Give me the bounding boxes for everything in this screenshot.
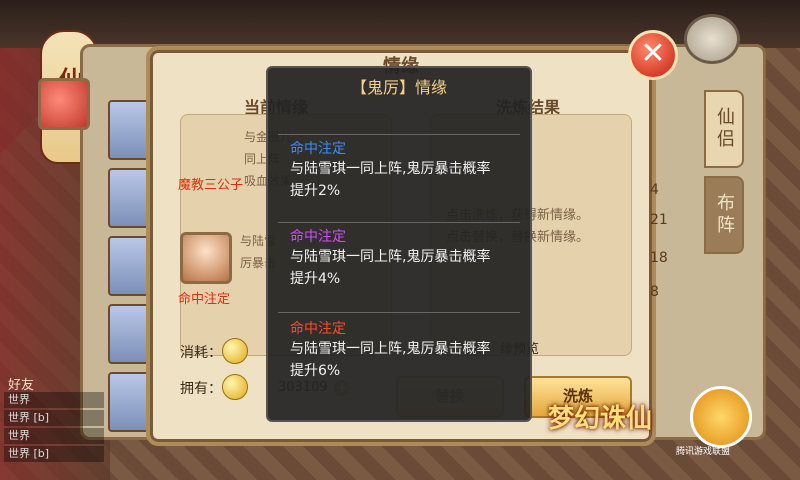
publisher-logo-text: 腾讯游戏联盟 (676, 447, 731, 457)
tooltip-divider (278, 134, 520, 135)
tooltip-item-head: 命中注定 (290, 321, 346, 337)
side-number: 21 (650, 212, 668, 228)
friends-label[interactable]: 好友 (8, 374, 34, 393)
coin-icon (222, 338, 248, 364)
entry-name: 命中注定 (178, 292, 231, 307)
tab-buzhen[interactable]: 布阵 (704, 176, 744, 254)
qingyuan-icon-heart[interactable] (38, 78, 90, 130)
companion-thumb[interactable] (108, 168, 150, 228)
side-number: 18 (650, 250, 668, 266)
chat-line: 世界 [b] (4, 410, 104, 426)
tooltip-line: 与陆雪琪一同上阵,鬼厉暴击概率 (290, 249, 491, 265)
tooltip-line: 提升2% (290, 183, 341, 199)
character-portrait[interactable] (180, 232, 232, 284)
publisher-logo-icon (690, 386, 752, 448)
tooltip-line: 提升4% (290, 271, 341, 287)
entry-name: 魔教三公子 (178, 178, 244, 193)
companion-thumb[interactable] (108, 372, 150, 432)
chat-line: 世界 (4, 428, 104, 444)
tooltip-item-body: 与陆雪琪一同上阵,鬼厉暴击概率 提升2% (290, 158, 516, 202)
side-number: 4 (650, 182, 659, 198)
tooltip-title: 【鬼厉】情缘 (350, 78, 447, 97)
tooltip-divider (278, 222, 520, 223)
own-label: 拥有： (180, 381, 222, 397)
tab-xianlv[interactable]: 仙侣 (704, 90, 744, 168)
tooltip-item-body: 与陆雪琪一同上阵,鬼厉暴击概率 提升6% (290, 338, 516, 382)
tooltip-item-body: 与陆雪琪一同上阵,鬼厉暴击概率 提升4% (290, 246, 516, 290)
consume-label: 消耗： (180, 345, 222, 361)
coin-icon (222, 374, 248, 400)
tooltip-line: 与陆雪琪一同上阵,鬼厉暴击概率 (290, 161, 491, 177)
game-logo: 梦幻诛仙 (548, 404, 653, 434)
tooltip-line: 与陆雪琪一同上阵,鬼厉暴击概率 (290, 341, 491, 357)
world-top-bar (0, 0, 800, 48)
tooltip-divider (278, 312, 520, 313)
companion-thumb[interactable] (108, 100, 150, 160)
tooltip-item-head: 命中注定 (290, 141, 346, 157)
qingyuan-tooltip: 【鬼厉】情缘 命中注定 与陆雪琪一同上阵,鬼厉暴击概率 提升2% 命中注定 与陆… (266, 66, 532, 422)
background-close-button[interactable] (684, 14, 740, 64)
close-icon[interactable]: ✕ (628, 30, 678, 80)
chat-line: 世界 (4, 392, 104, 408)
companion-thumb[interactable] (108, 236, 150, 296)
companion-thumb[interactable] (108, 304, 150, 364)
tooltip-item-head: 命中注定 (290, 229, 346, 245)
side-number: 8 (650, 284, 659, 300)
tooltip-line: 提升6% (290, 363, 341, 379)
chat-line: 世界 [b] (4, 446, 104, 462)
